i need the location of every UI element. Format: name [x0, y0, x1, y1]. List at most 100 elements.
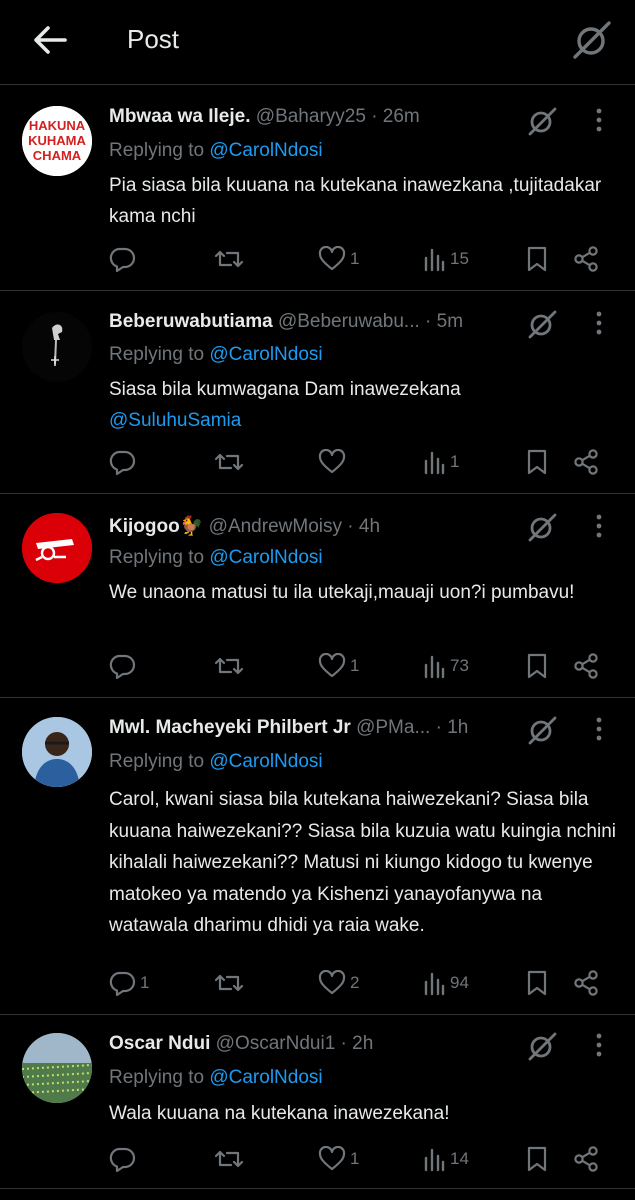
mention-link[interactable]: @SuluhuSamia — [109, 405, 619, 436]
timestamp[interactable]: 4h — [359, 516, 380, 537]
grok-icon — [528, 1032, 557, 1061]
grok-button[interactable] — [526, 714, 558, 746]
like-button[interactable]: 1 — [318, 648, 359, 684]
display-name[interactable]: Beberuwabutiama — [109, 311, 273, 332]
share-button[interactable] — [572, 1141, 600, 1177]
more-button[interactable] — [584, 105, 614, 135]
action-bar: 1 2 94 — [100, 965, 620, 1001]
views-button[interactable]: 1 — [422, 444, 459, 480]
replying-to-link[interactable]: @CarolNdosi — [209, 344, 322, 365]
bookmark-button[interactable] — [525, 1141, 549, 1177]
more-vertical-icon — [596, 717, 602, 741]
replying-to-link[interactable]: @CarolNdosi — [209, 751, 322, 772]
timestamp[interactable]: 5m — [437, 311, 463, 332]
share-button[interactable] — [572, 965, 600, 1001]
more-button[interactable] — [584, 308, 614, 338]
user-handle[interactable]: @OscarNdui1 — [216, 1033, 336, 1054]
views-button[interactable]: 73 — [422, 648, 469, 684]
grok-icon — [528, 513, 557, 542]
grok-button[interactable] — [526, 105, 558, 137]
banner-avatar-image: HAKUNA KUHAMA CHAMA — [22, 106, 92, 176]
reply-header: Mwl. Macheyeki Philbert Jr @PMa... · 1h — [109, 717, 468, 739]
bookmark-button[interactable] — [525, 648, 549, 684]
reply-item[interactable]: Oscar Ndui @OscarNdui1 · 2h Replying to … — [0, 1016, 635, 1189]
repost-icon — [214, 974, 244, 992]
reply-item[interactable]: Kijogoo🐓 @AndrewMoisy · 4h Replying to @… — [0, 495, 635, 698]
repost-button[interactable] — [214, 241, 248, 277]
like-button[interactable]: 2 — [318, 965, 359, 1001]
view-count: 15 — [450, 249, 469, 268]
reply-item[interactable]: Mwl. Macheyeki Philbert Jr @PMa... · 1h … — [0, 699, 635, 1015]
repost-button[interactable] — [214, 1141, 248, 1177]
repost-button[interactable] — [214, 965, 248, 1001]
heart-icon — [318, 449, 346, 474]
heart-icon — [318, 246, 346, 271]
grok-button[interactable] — [569, 18, 615, 62]
reply-item[interactable]: Beberuwabutiama @Beberuwabu... · 5m Repl… — [0, 292, 635, 494]
grok-icon — [528, 310, 557, 339]
reply-text-container: Siasa bila kumwagana Dam inawezekana @Su… — [109, 374, 619, 436]
views-icon — [424, 451, 445, 475]
replying-prefix: Replying to — [109, 1067, 205, 1088]
views-icon — [424, 972, 445, 996]
display-name[interactable]: Kijogoo🐓 — [109, 516, 203, 537]
avatar-line: CHAMA — [33, 148, 82, 163]
share-button[interactable] — [572, 648, 600, 684]
bookmark-icon — [527, 246, 547, 272]
views-button[interactable]: 14 — [422, 1141, 469, 1177]
display-name[interactable]: Mwl. Macheyeki Philbert Jr — [109, 717, 351, 738]
bookmark-button[interactable] — [525, 241, 549, 277]
grok-button[interactable] — [526, 308, 558, 340]
more-vertical-icon — [596, 514, 602, 538]
avatar[interactable] — [22, 312, 92, 382]
grok-button[interactable] — [526, 511, 558, 543]
replying-prefix: Replying to — [109, 547, 205, 568]
replying-to-link[interactable]: @CarolNdosi — [209, 140, 322, 161]
reply-item[interactable]: HAKUNA KUHAMA CHAMA Mbwaa wa Ileje. @Bah… — [0, 86, 635, 291]
reply-button[interactable] — [108, 1141, 140, 1177]
avatar[interactable] — [22, 513, 92, 583]
bookmark-button[interactable] — [525, 444, 549, 480]
display-name[interactable]: Mbwaa wa Ileje. — [109, 106, 251, 127]
timestamp[interactable]: 2h — [352, 1033, 373, 1054]
reply-button[interactable] — [108, 648, 140, 684]
user-handle[interactable]: @PMa... — [356, 717, 430, 738]
more-button[interactable] — [584, 714, 614, 744]
more-button[interactable] — [584, 1030, 614, 1060]
display-name[interactable]: Oscar Ndui — [109, 1033, 210, 1054]
views-button[interactable]: 94 — [422, 965, 469, 1001]
replying-prefix: Replying to — [109, 140, 205, 161]
separator-dot: · — [435, 717, 442, 738]
like-button[interactable]: 1 — [318, 241, 359, 277]
timestamp[interactable]: 1h — [447, 717, 468, 738]
bookmark-button[interactable] — [525, 965, 549, 1001]
share-button[interactable] — [572, 444, 600, 480]
views-button[interactable]: 15 — [422, 241, 469, 277]
like-button[interactable] — [318, 444, 350, 480]
reply-button[interactable] — [108, 241, 140, 277]
person-avatar-image — [22, 717, 92, 787]
user-handle[interactable]: @Baharyy25 — [256, 106, 366, 127]
avatar[interactable] — [22, 1033, 92, 1103]
more-button[interactable] — [584, 511, 614, 541]
share-button[interactable] — [572, 241, 600, 277]
reply-text: Carol, kwani siasa bila kutekana haiweze… — [109, 789, 616, 936]
repost-button[interactable] — [214, 648, 248, 684]
action-bar: 1 14 — [100, 1141, 620, 1177]
back-button[interactable] — [30, 22, 70, 58]
reply-button[interactable] — [108, 444, 140, 480]
repost-button[interactable] — [214, 444, 248, 480]
like-button[interactable]: 1 — [318, 1141, 359, 1177]
timestamp[interactable]: 26m — [383, 106, 420, 127]
share-icon — [574, 653, 598, 679]
separator-dot: · — [425, 311, 432, 332]
more-vertical-icon — [596, 108, 602, 132]
replying-to-link[interactable]: @CarolNdosi — [209, 1067, 322, 1088]
avatar[interactable]: HAKUNA KUHAMA CHAMA — [22, 106, 92, 176]
user-handle[interactable]: @Beberuwabu... — [278, 311, 420, 332]
grok-button[interactable] — [526, 1030, 558, 1062]
avatar[interactable] — [22, 717, 92, 787]
user-handle[interactable]: @AndrewMoisy — [209, 516, 342, 537]
reply-button[interactable]: 1 — [108, 965, 149, 1001]
replying-to-link[interactable]: @CarolNdosi — [209, 547, 322, 568]
